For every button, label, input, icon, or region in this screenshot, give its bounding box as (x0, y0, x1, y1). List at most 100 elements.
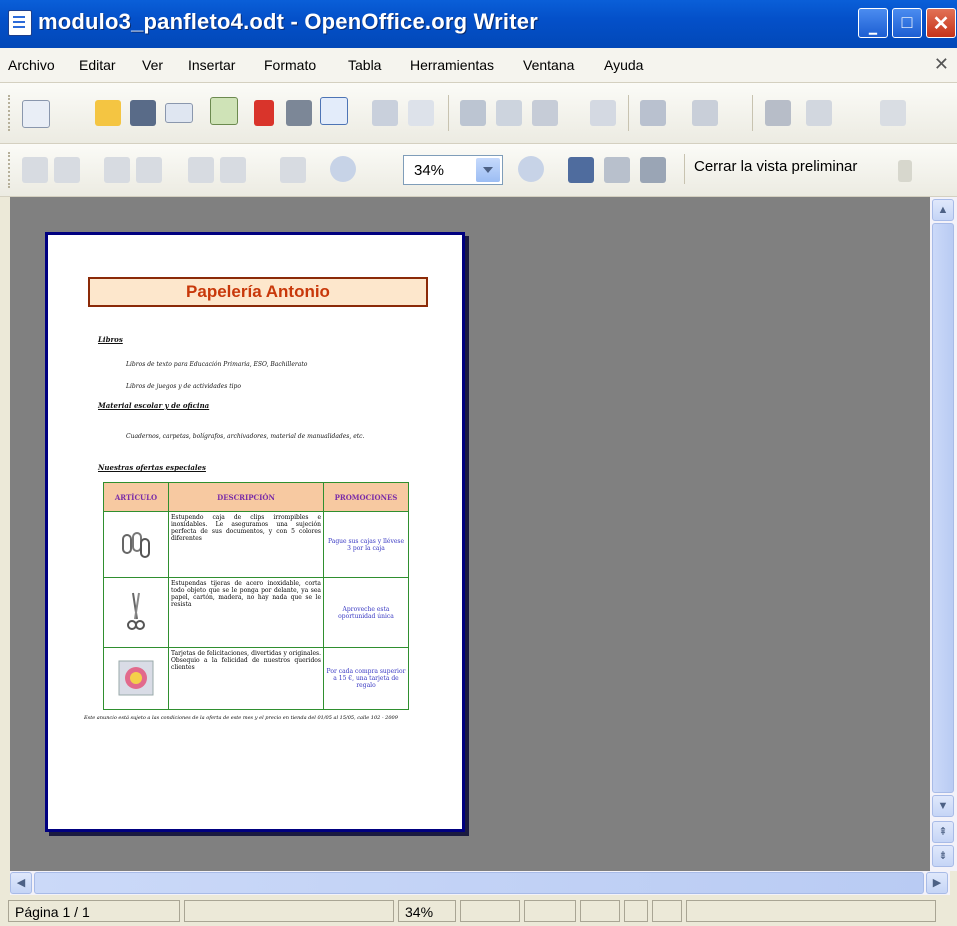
open-folder-icon[interactable] (95, 100, 121, 126)
copy-icon[interactable] (496, 100, 522, 126)
print-icon[interactable] (286, 100, 312, 126)
document-modified-field[interactable] (580, 900, 620, 922)
export-pdf-icon[interactable] (254, 100, 274, 126)
zoom-in-icon[interactable] (330, 156, 356, 182)
section-heading-material: Material escolar y de oficina (98, 401, 210, 410)
scroll-right-button[interactable]: ▶ (926, 872, 948, 894)
promotion-cell: Por cada compra superior a 15 €, una tar… (323, 647, 409, 710)
menu-herramientas[interactable]: Herramientas (410, 57, 494, 73)
description-cell: Tarjetas de felicitaciones, divertidas y… (168, 647, 324, 710)
last-page-icon[interactable] (136, 157, 162, 183)
bullet-item: Cuadernos, carpetas, bolígrafos, archiva… (126, 433, 365, 440)
close-icon: ✕ (932, 13, 950, 35)
zoom-select[interactable]: 34% (403, 155, 503, 185)
digital-signature-field[interactable] (624, 900, 648, 922)
toolbar-separator (752, 95, 753, 131)
menu-insertar[interactable]: Insertar (188, 57, 235, 73)
table-header: ARTÍCULO (103, 482, 169, 512)
multiple-pages-icon[interactable] (220, 157, 246, 183)
toolbar-overflow-icon[interactable] (898, 160, 912, 182)
menu-ayuda[interactable]: Ayuda (604, 57, 643, 73)
maximize-button[interactable]: □ (892, 8, 922, 38)
print-options-icon[interactable] (604, 157, 630, 183)
undo-icon[interactable] (640, 100, 666, 126)
greeting-card-icon (118, 660, 154, 695)
redo-icon[interactable] (692, 100, 718, 126)
paper-clips-icon (122, 531, 150, 558)
writer-document-icon (8, 10, 32, 36)
toolbar-separator (684, 154, 685, 184)
article-cell (103, 511, 169, 578)
hyperlink-icon[interactable] (765, 100, 791, 126)
toolbar-grip[interactable] (8, 152, 13, 188)
next-page-scroll-button[interactable]: ⇟ (932, 845, 954, 867)
edit-mode-icon[interactable] (210, 97, 238, 125)
chevron-down-icon[interactable] (476, 158, 500, 182)
menu-tabla[interactable]: Tabla (348, 57, 381, 73)
scroll-down-button[interactable]: ▼ (932, 795, 954, 817)
page-indicator[interactable]: Página 1 / 1 (8, 900, 180, 922)
menu-ventana[interactable]: Ventana (523, 57, 574, 73)
table-header: DESCRIPCIÓN (168, 482, 324, 512)
toolbar-separator (628, 95, 629, 131)
menu-bar: Archivo Editar Ver Insertar Formato Tabl… (0, 48, 957, 83)
minimize-icon: ▁ (869, 24, 877, 35)
spellcheck-icon[interactable] (372, 100, 398, 126)
description-cell: Estupendas tijeras de acero inoxidable, … (168, 577, 324, 648)
print-page-view-icon[interactable] (640, 157, 666, 183)
two-pages-icon[interactable] (188, 157, 214, 183)
section-heading-ofertas: Nuestras ofertas especiales (98, 463, 206, 472)
document-page: Papelería Antonio Libros Libros de texto… (45, 232, 465, 832)
autospellcheck-icon[interactable] (408, 100, 434, 126)
new-document-icon[interactable] (22, 100, 50, 128)
paste-icon[interactable] (532, 100, 558, 126)
close-button[interactable]: ✕ (926, 8, 956, 38)
close-document-icon[interactable]: ✕ (934, 54, 949, 75)
page-preview-icon[interactable] (320, 97, 348, 125)
save-icon[interactable] (130, 100, 156, 126)
menu-archivo[interactable]: Archivo (8, 57, 55, 73)
scroll-up-button[interactable]: ▲ (932, 199, 954, 221)
format-paintbrush-icon[interactable] (590, 100, 616, 126)
minimize-button[interactable]: ▁ (858, 8, 888, 38)
document-title: Papelería Antonio (88, 277, 428, 307)
title-bar: modulo3_panfleto4.odt - OpenOffice.org W… (0, 0, 957, 48)
previous-page-icon[interactable] (22, 157, 48, 183)
table-icon[interactable] (806, 100, 832, 126)
cut-icon[interactable] (460, 100, 486, 126)
show-draw-functions-icon[interactable] (880, 100, 906, 126)
promotion-cell: Aproveche esta oportunidad única (323, 577, 409, 648)
toolbar-grip[interactable] (8, 95, 13, 131)
horizontal-scroll-thumb[interactable] (34, 872, 924, 894)
footer-note: Este anuncio está sujeto a las condicion… (84, 715, 398, 721)
status-bar: Página 1 / 1 34% (0, 896, 957, 926)
maximize-icon: □ (901, 12, 913, 32)
book-preview-icon[interactable] (280, 157, 306, 183)
menu-ver[interactable]: Ver (142, 57, 163, 73)
vertical-scrollbar[interactable]: ▲ ▼ ⇞ ⇟ (930, 197, 957, 871)
offers-table: ARTÍCULO DESCRIPCIÓN PROMOCIONES Estupen… (103, 482, 409, 710)
promotion-cell: Pague sus cajas y llévese 3 por la caja (323, 511, 409, 578)
bullet-item: Libros de juegos y de actividades tipo (126, 383, 241, 390)
previous-page-scroll-button[interactable]: ⇞ (932, 821, 954, 843)
zoom-indicator[interactable]: 34% (398, 900, 456, 922)
horizontal-scrollbar[interactable]: ◀ ▶ (10, 871, 950, 895)
status-field (652, 900, 682, 922)
email-icon[interactable] (165, 103, 193, 123)
full-screen-icon[interactable] (568, 157, 594, 183)
first-page-icon[interactable] (104, 157, 130, 183)
table-row: Estupendas tijeras de acero inoxidable, … (103, 577, 409, 648)
table-row: Estupendo caja de clips irrompibles e in… (103, 511, 409, 578)
insert-mode-field[interactable] (460, 900, 520, 922)
close-preview-button[interactable]: Cerrar la vista preliminar (694, 158, 857, 175)
selection-mode-field[interactable] (524, 900, 576, 922)
bullet-item: Libros de texto para Educación Primaria,… (126, 361, 308, 368)
next-page-icon[interactable] (54, 157, 80, 183)
zoom-out-icon[interactable] (518, 156, 544, 182)
page-style-field[interactable] (184, 900, 394, 922)
scroll-left-button[interactable]: ◀ (10, 872, 32, 894)
vertical-scroll-thumb[interactable] (932, 223, 954, 793)
standard-toolbar (0, 83, 957, 144)
menu-editar[interactable]: Editar (79, 57, 116, 73)
menu-formato[interactable]: Formato (264, 57, 316, 73)
